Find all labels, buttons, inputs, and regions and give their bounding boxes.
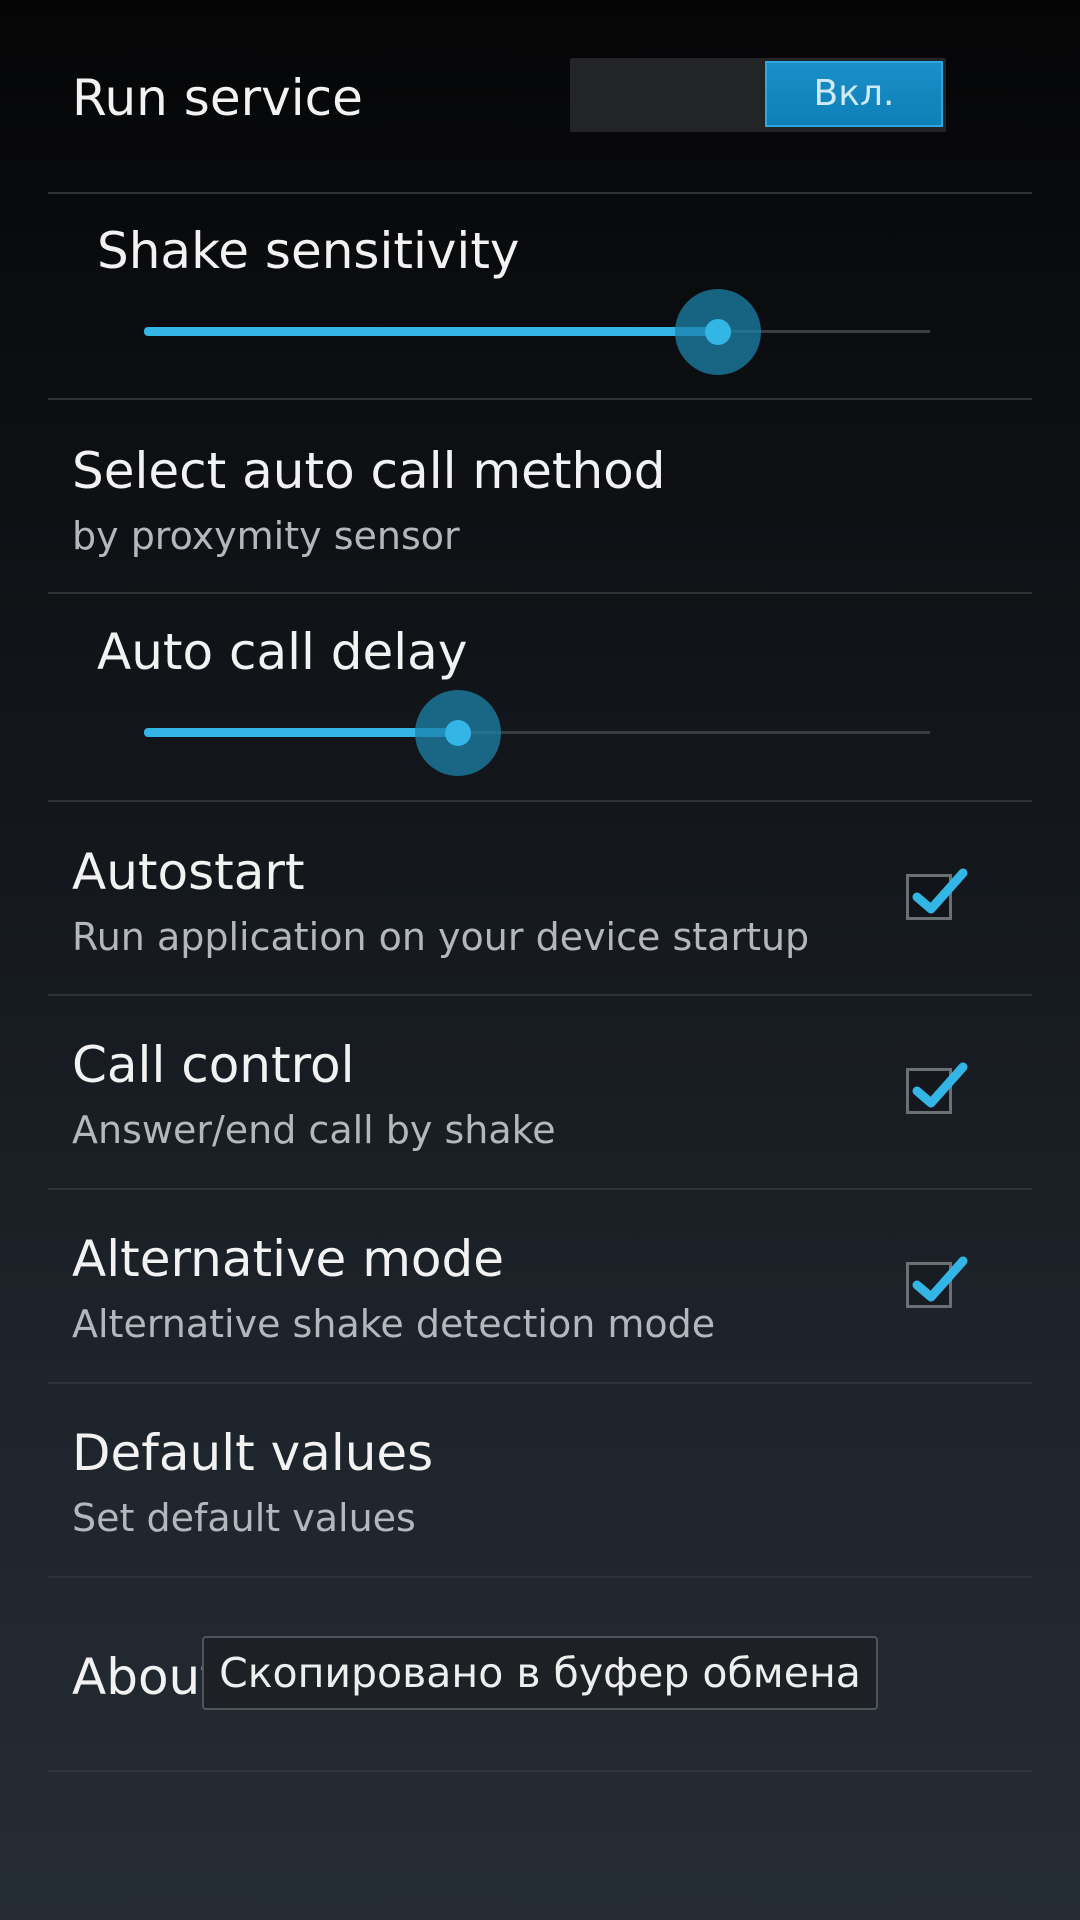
- alternative-mode-summary: Alternative shake detection mode: [72, 1302, 716, 1346]
- shake-sensitivity-slider[interactable]: [144, 282, 930, 382]
- call-control-title: Call control: [72, 1036, 355, 1094]
- slider-fill: [144, 728, 459, 737]
- auto-call-method-summary: by proxymity sensor: [72, 514, 460, 558]
- check-icon: [912, 868, 968, 914]
- autostart-title: Autostart: [72, 843, 305, 901]
- alternative-mode-checkbox[interactable]: [906, 1256, 968, 1308]
- about-title: About: [72, 1648, 220, 1706]
- alternative-mode-title: Alternative mode: [72, 1230, 505, 1288]
- call-control-checkbox[interactable]: [906, 1062, 968, 1114]
- default-values-title: Default values: [72, 1424, 434, 1482]
- clipboard-toast: Скопировано в буфер обмена: [202, 1636, 878, 1710]
- autostart-summary: Run application on your device startup: [72, 915, 810, 959]
- slider-thumb[interactable]: [674, 289, 761, 375]
- check-icon: [912, 1062, 968, 1108]
- run-service-switch[interactable]: Вкл.: [570, 58, 946, 132]
- divider: [48, 592, 1032, 594]
- divider: [48, 1770, 1032, 1772]
- auto-call-method-title: Select auto call method: [72, 442, 666, 500]
- divider: [48, 192, 1032, 194]
- auto-call-delay-slider[interactable]: [144, 683, 930, 783]
- call-control-summary: Answer/end call by shake: [72, 1108, 556, 1152]
- slider-fill: [144, 327, 718, 336]
- shake-sensitivity-title: Shake sensitivity: [97, 222, 520, 280]
- default-values-summary: Set default values: [72, 1496, 416, 1540]
- auto-call-delay-title: Auto call delay: [97, 623, 468, 681]
- switch-on-label: Вкл.: [765, 61, 943, 127]
- slider-thumb[interactable]: [415, 690, 502, 776]
- check-icon: [912, 1256, 968, 1302]
- run-service-title: Run service: [72, 69, 363, 127]
- autostart-checkbox[interactable]: [906, 868, 968, 920]
